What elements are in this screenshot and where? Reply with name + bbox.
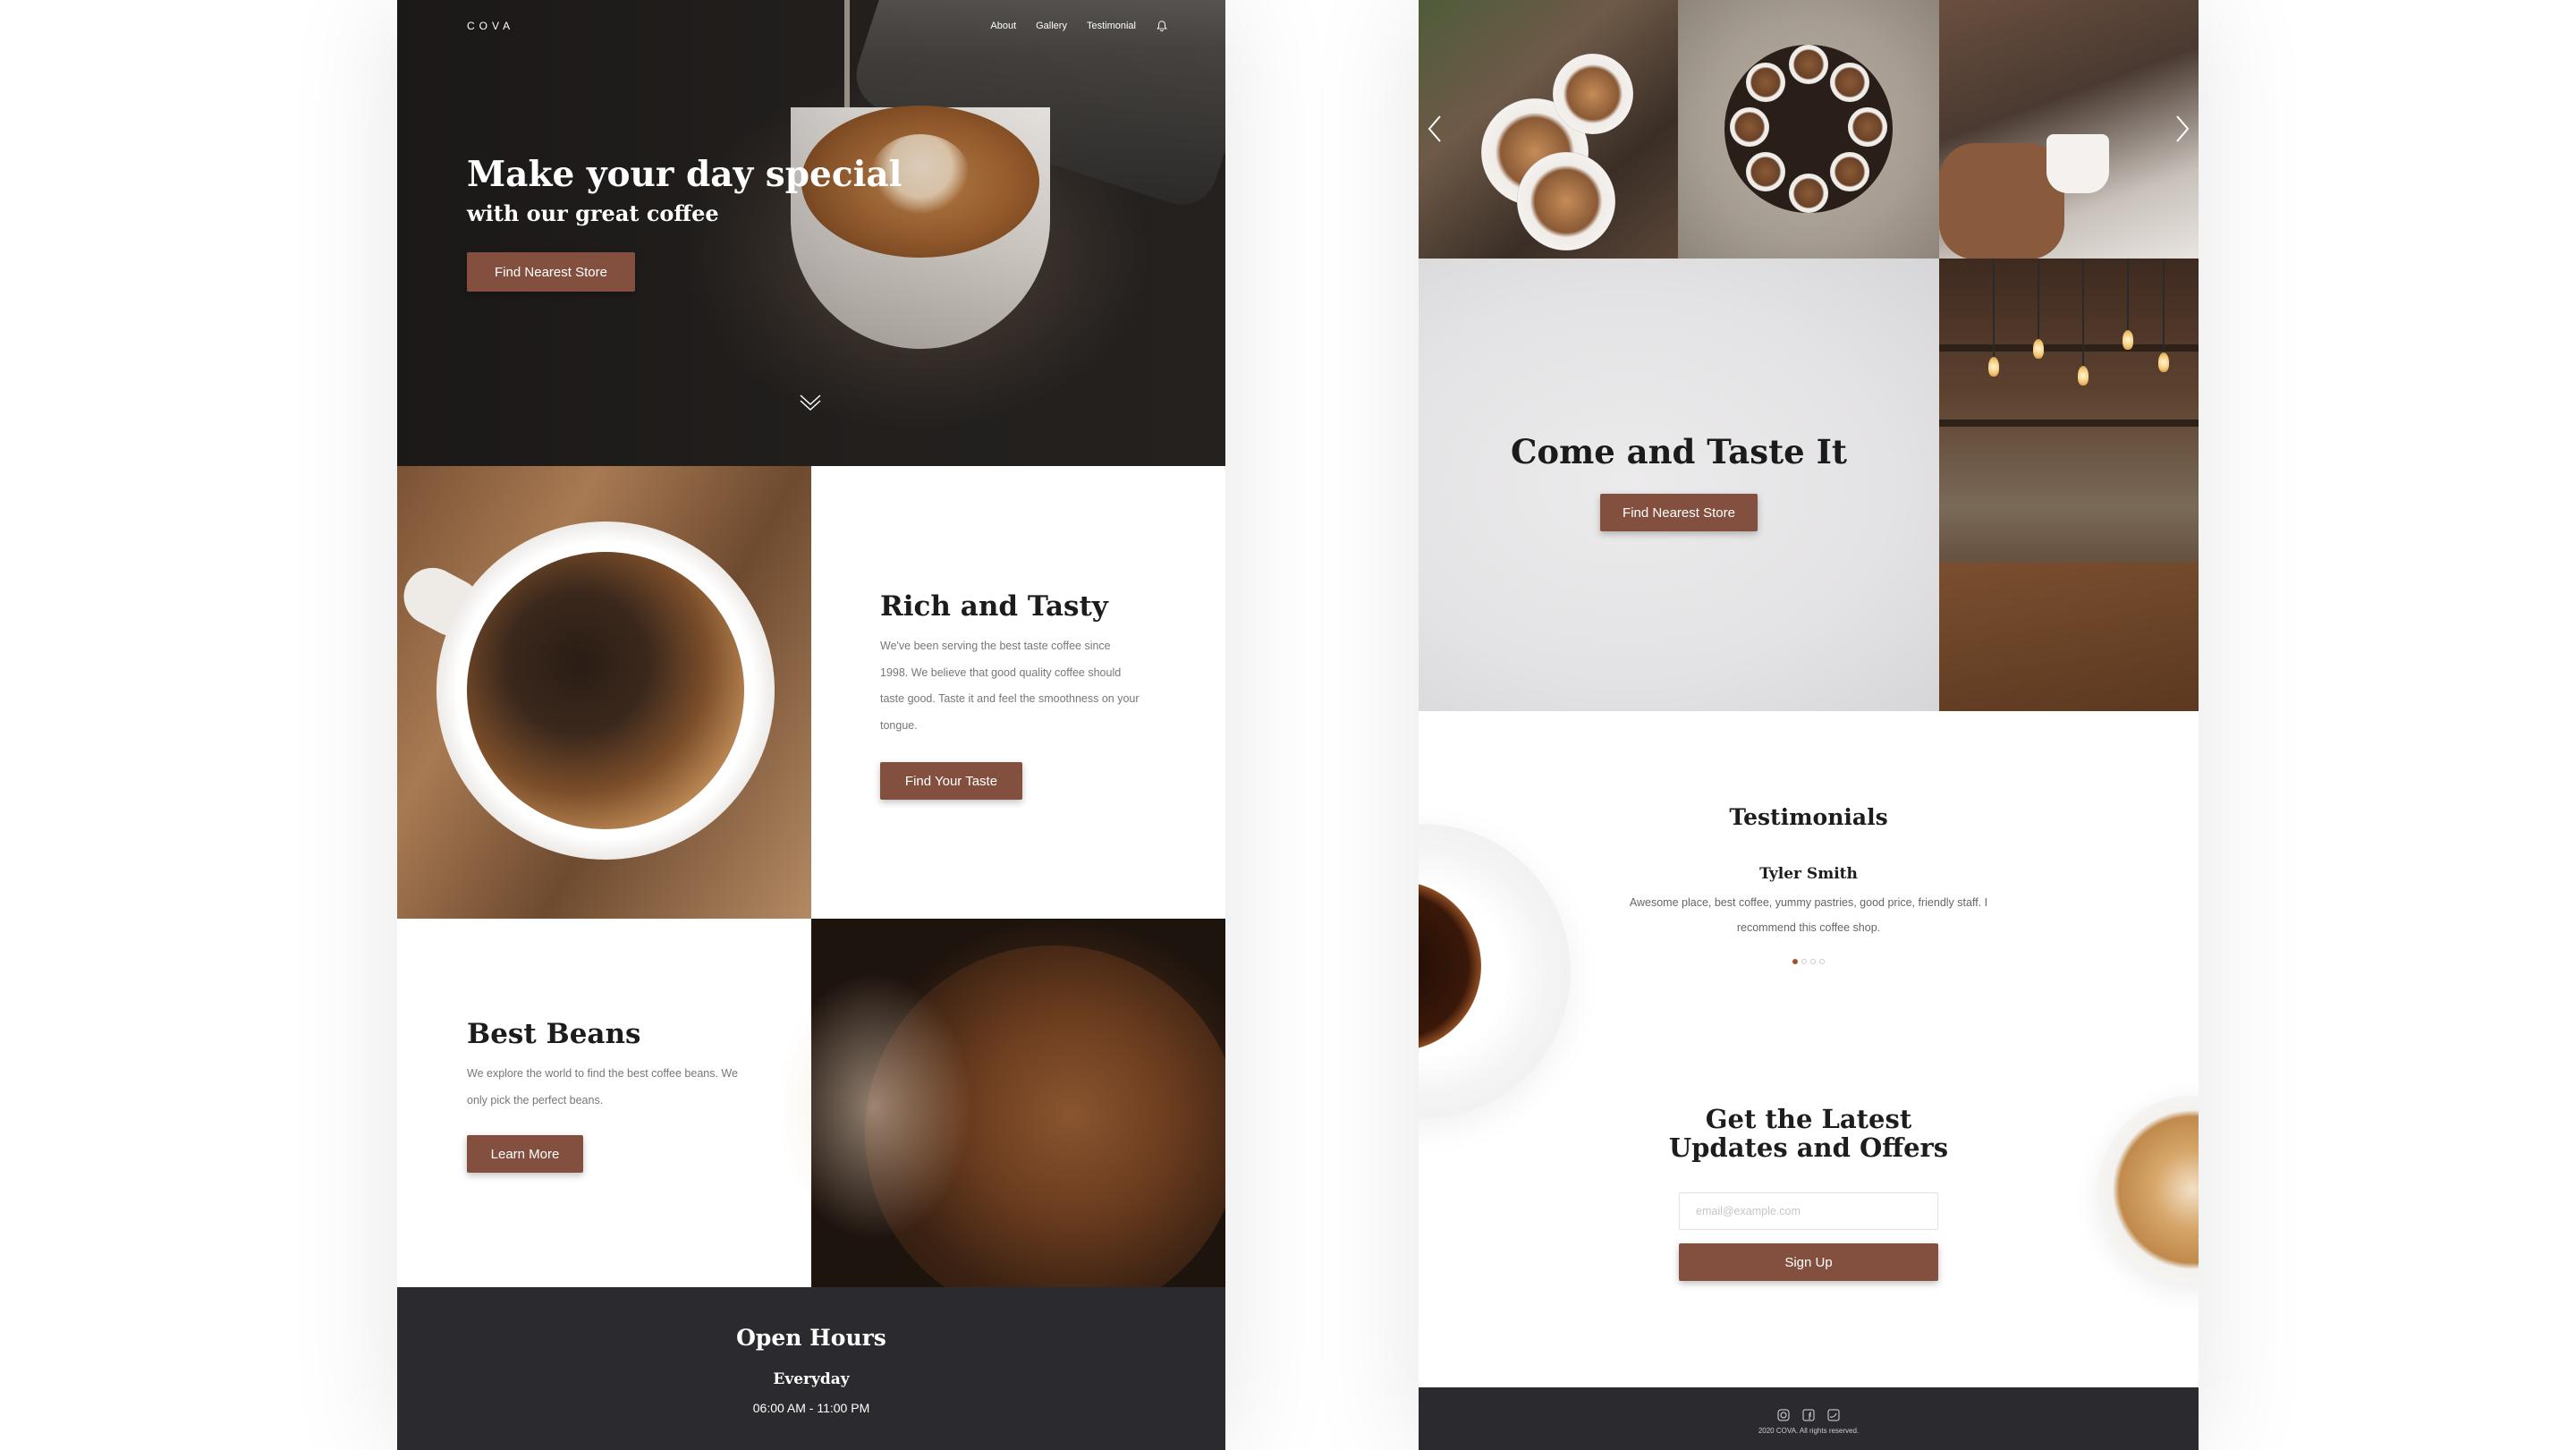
- testimonial-pagination: [1419, 959, 2199, 964]
- testimonials-title: Testimonials: [1729, 804, 1888, 830]
- gallery-next-arrow-icon[interactable]: [2174, 114, 2191, 143]
- twitter-icon[interactable]: [1827, 1409, 1840, 1421]
- open-hours-section: Open Hours Everyday 06:00 AM - 11:00 PM: [397, 1287, 1225, 1450]
- beans-text: We explore the world to find the best co…: [467, 1067, 738, 1107]
- logo[interactable]: COVA: [467, 20, 514, 32]
- newsletter-title-line2: Updates and Offers: [1668, 1132, 1949, 1163]
- gallery-image-steaming-mug[interactable]: [1939, 0, 2199, 259]
- hero-section: COVA About Gallery Testimonial Make your…: [397, 0, 1225, 466]
- instagram-icon[interactable]: [1777, 1409, 1790, 1421]
- social-links: [1419, 1387, 2199, 1421]
- scroll-down-icon[interactable]: [798, 390, 823, 415]
- gallery-image-cappuccinos[interactable]: [1419, 0, 1678, 259]
- main-nav: About Gallery Testimonial: [990, 20, 1168, 32]
- bell-icon[interactable]: [1156, 20, 1168, 32]
- pagination-dot[interactable]: [1801, 959, 1807, 964]
- gallery-image-coffee-tray[interactable]: [1678, 0, 1939, 259]
- gallery-prev-arrow-icon[interactable]: [1426, 114, 1444, 143]
- newsletter-title-line1: Get the Latest: [1705, 1104, 1912, 1134]
- beans-title: Best Beans: [467, 1018, 641, 1050]
- pagination-dot[interactable]: [1810, 959, 1816, 964]
- coffee-beans-image: [775, 919, 1225, 1321]
- hours-title: Open Hours: [736, 1325, 886, 1351]
- nav-gallery[interactable]: Gallery: [1036, 21, 1067, 31]
- hours-day: Everyday: [773, 1370, 850, 1388]
- nav-testimonial[interactable]: Testimonial: [1087, 21, 1136, 31]
- cta-find-nearest-store-button[interactable]: Find Nearest Store: [1600, 494, 1758, 531]
- testimonial-author: Tyler Smith: [1759, 865, 1858, 883]
- learn-more-button[interactable]: Learn More: [467, 1135, 583, 1173]
- hero-title: Make your day special: [467, 154, 902, 195]
- facebook-icon[interactable]: [1802, 1409, 1815, 1421]
- email-input[interactable]: [1679, 1192, 1938, 1230]
- footer: 2020 COVA. All rights reserved.: [1419, 1387, 2199, 1450]
- nav-about[interactable]: About: [990, 21, 1016, 31]
- find-your-taste-button[interactable]: Find Your Taste: [880, 762, 1022, 800]
- newsletter-title: Get the Latest Updates and Offers: [1419, 1105, 2199, 1162]
- find-nearest-store-button[interactable]: Find Nearest Store: [467, 252, 635, 292]
- gallery-image-cafe-interior[interactable]: [1939, 259, 2199, 711]
- coffee-cup-top-view-image: [397, 466, 811, 919]
- sign-up-button[interactable]: Sign Up: [1679, 1243, 1938, 1281]
- testimonials-section: Testimonials Tyler Smith Awesome place, …: [1419, 711, 2199, 1387]
- landing-page-left: COVA About Gallery Testimonial Make your…: [397, 0, 1225, 1450]
- hero-subtitle: with our great coffee: [467, 200, 719, 226]
- landing-page-right: Come and Taste It Find Nearest Store Tes…: [1419, 0, 2199, 1450]
- copyright-text: 2020 COVA. All rights reserved.: [1758, 1427, 1860, 1435]
- come-and-taste-section: Come and Taste It Find Nearest Store: [1419, 259, 1939, 711]
- pagination-dot[interactable]: [1792, 959, 1798, 964]
- hours-time: 06:00 AM - 11:00 PM: [752, 1401, 870, 1415]
- rich-and-tasty-section: Rich and Tasty We've been serving the be…: [880, 590, 1140, 800]
- rich-title: Rich and Tasty: [880, 590, 1108, 623]
- rich-text: We've been serving the best taste coffee…: [880, 640, 1140, 732]
- cta-title: Come and Taste It: [1510, 432, 1848, 471]
- best-beans-section: Best Beans We explore the world to find …: [467, 1018, 753, 1173]
- pagination-dot[interactable]: [1819, 959, 1825, 964]
- testimonial-quote: Awesome place, best coffee, yummy pastri…: [1629, 896, 1988, 934]
